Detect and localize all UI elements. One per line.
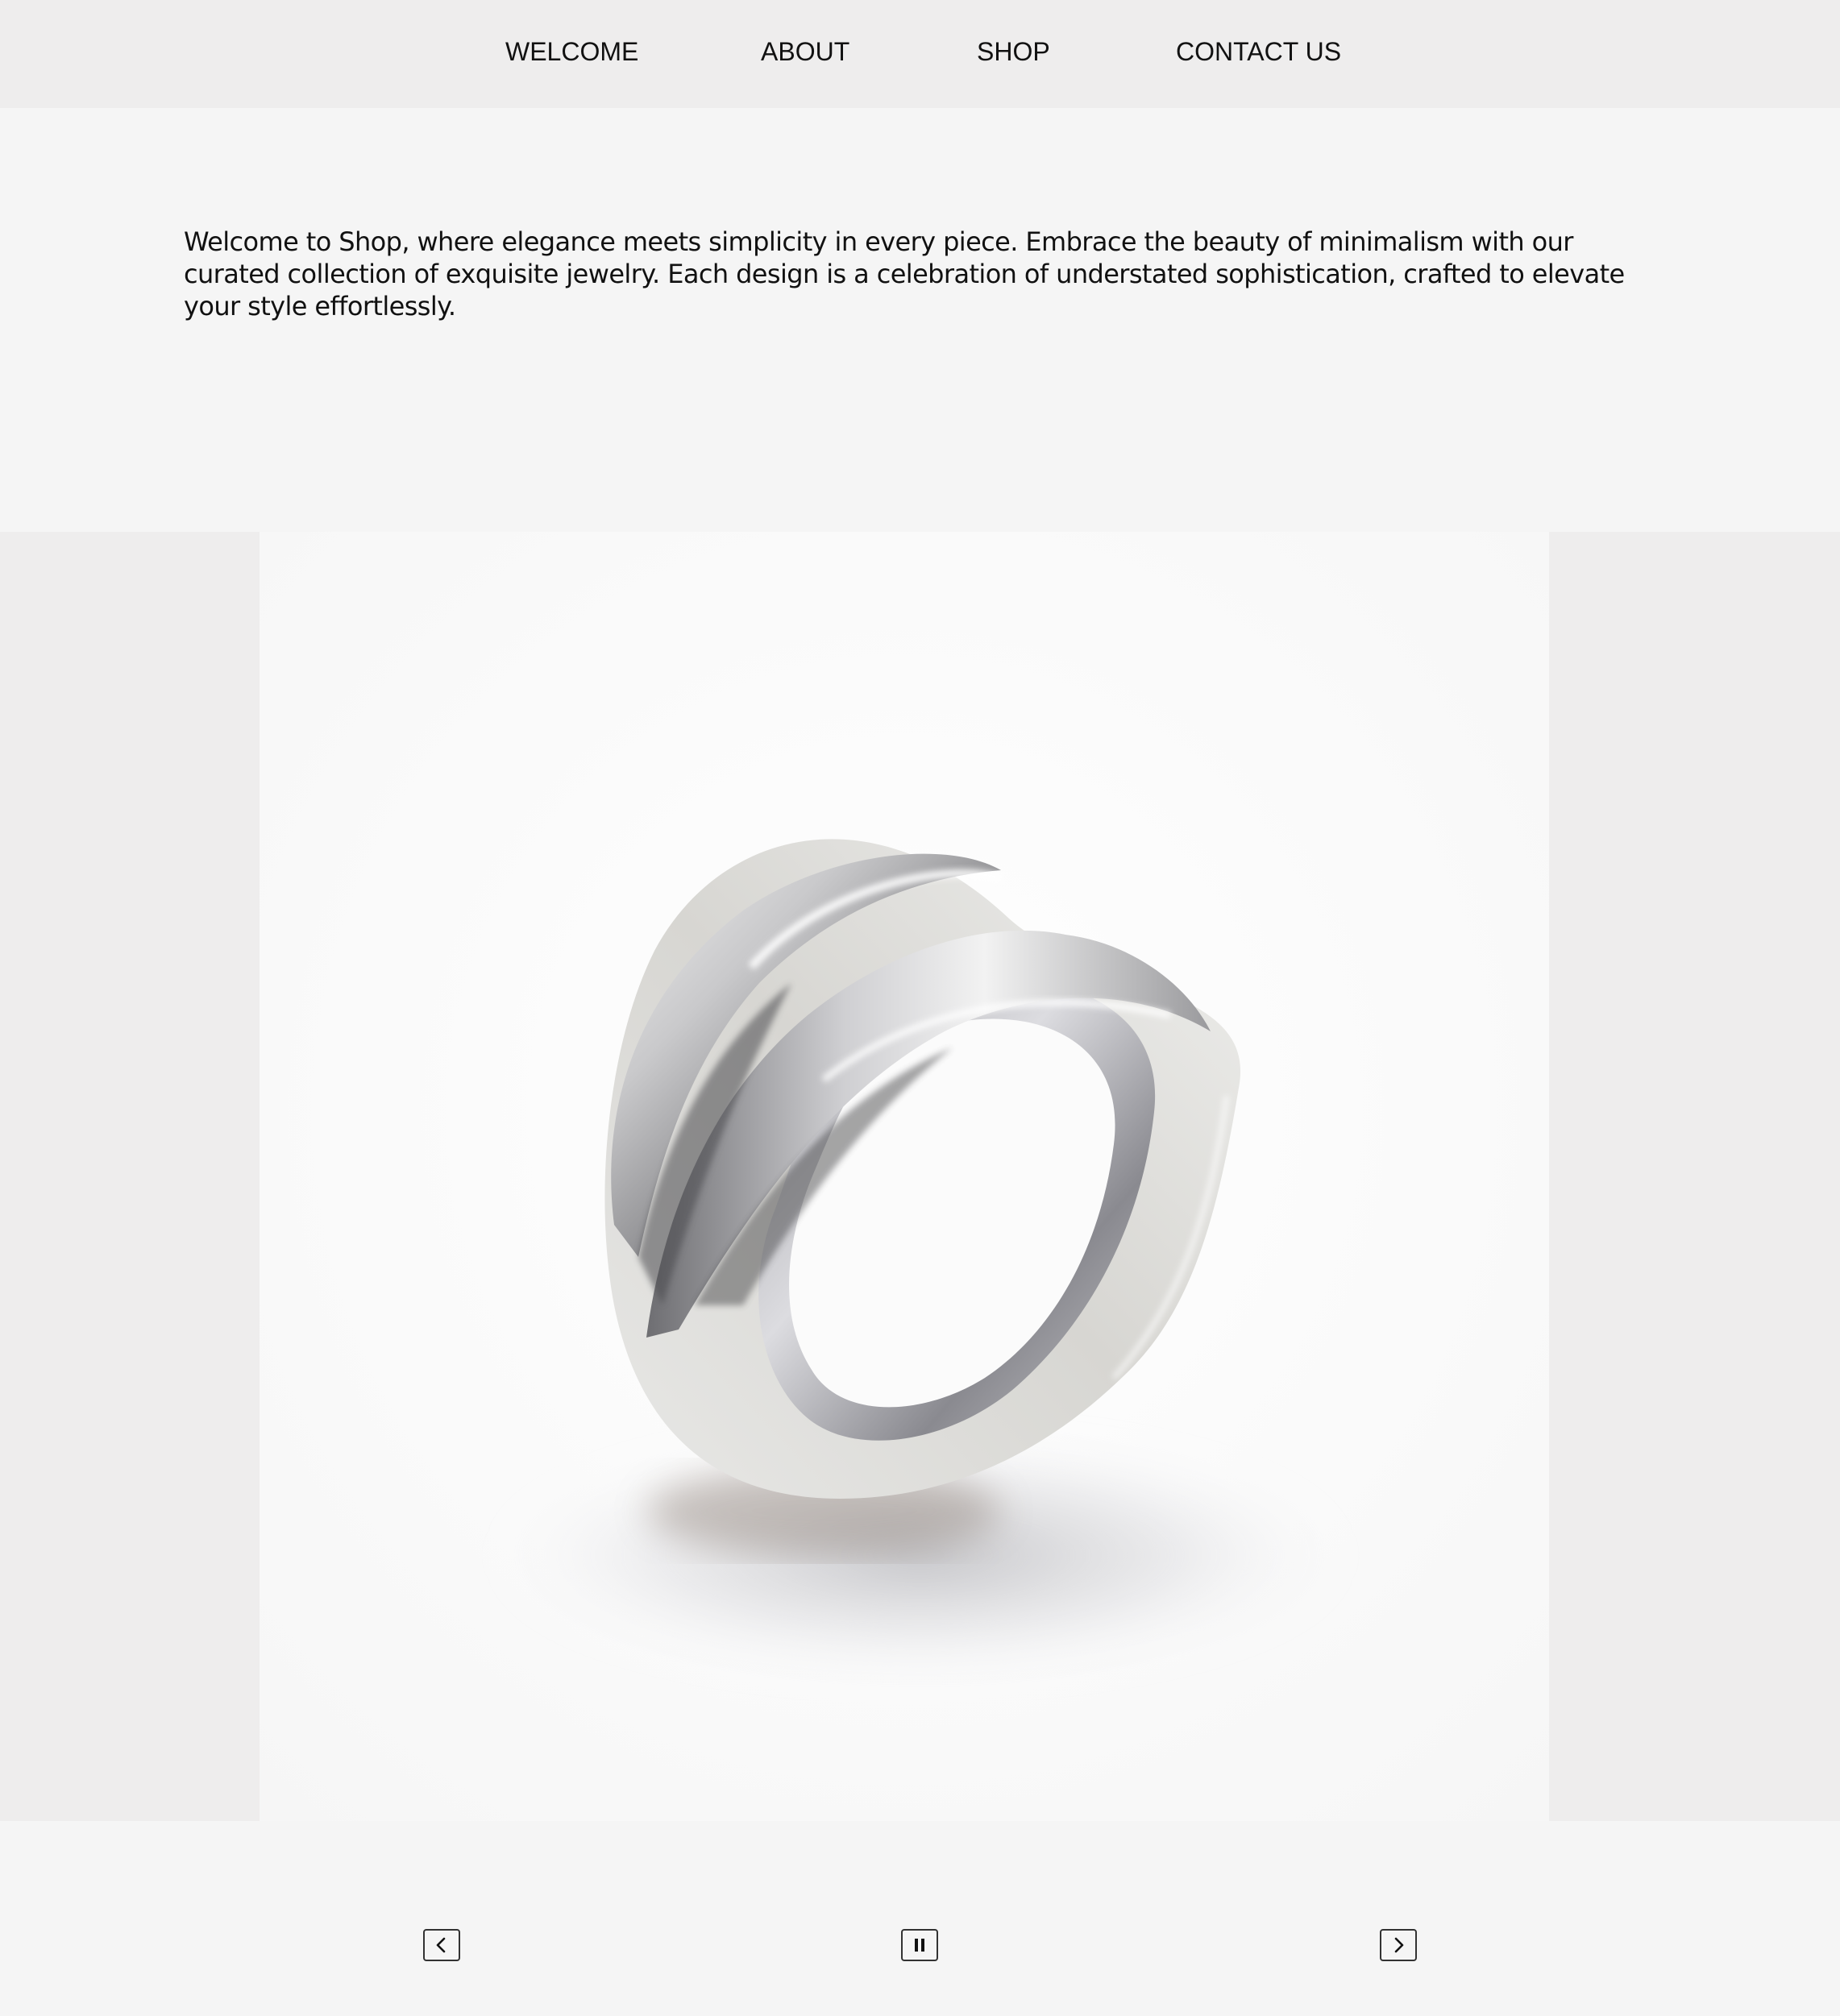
previous-slide-button[interactable] — [423, 1929, 460, 1961]
nav-item-about[interactable]: ABOUT — [761, 35, 849, 68]
pause-icon — [915, 1939, 924, 1952]
slider-controls — [0, 1821, 1840, 2016]
next-slide-button[interactable] — [1380, 1929, 1417, 1961]
chevron-right-icon — [1394, 1937, 1404, 1953]
intro-section: Welcome to Shop, where elegance meets si… — [0, 108, 1840, 532]
top-navigation: WELCOME ABOUT SHOP CONTACT US — [0, 0, 1840, 108]
intro-text: Welcome to Shop, where elegance meets si… — [184, 226, 1625, 321]
image-slider — [0, 532, 1840, 1821]
silver-ring-photo — [260, 532, 1549, 1821]
pause-slideshow-button[interactable] — [901, 1929, 938, 1961]
chevron-left-icon — [436, 1937, 446, 1953]
nav-item-welcome[interactable]: WELCOME — [505, 35, 638, 68]
nav-item-shop[interactable]: SHOP — [977, 35, 1050, 68]
nav-item-contact-us[interactable]: CONTACT US — [1176, 35, 1341, 68]
